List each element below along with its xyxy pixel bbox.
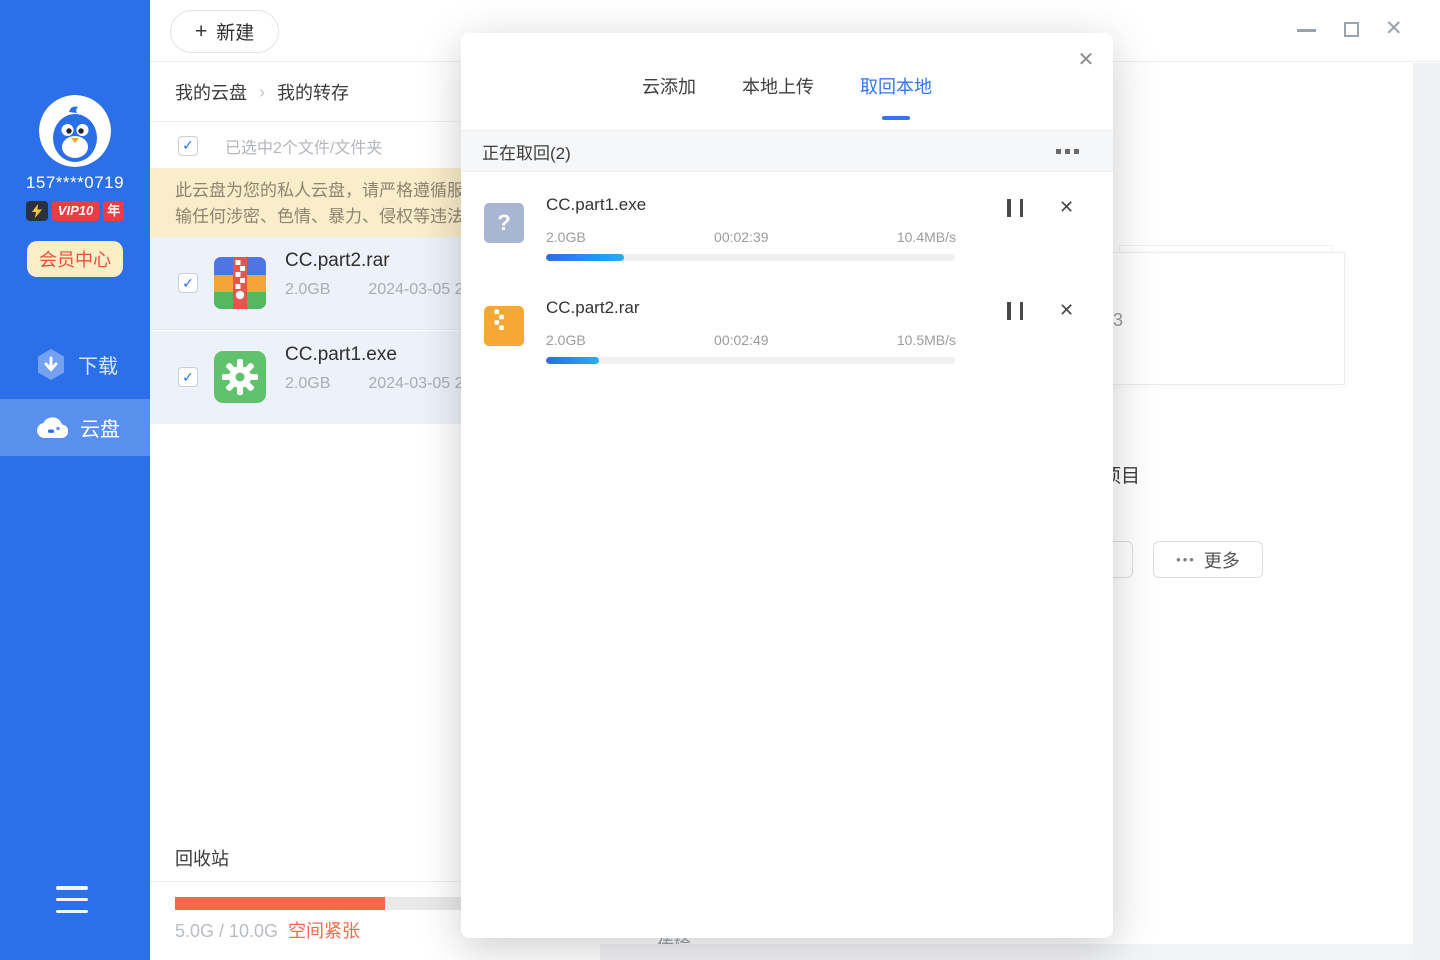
transfer-meta: 2.0GB 00:02:39 10.4MB/s	[546, 229, 956, 245]
right-margin-strip	[1413, 63, 1440, 960]
minimize-button[interactable]	[1297, 29, 1316, 32]
transfer-progress-fill	[546, 254, 624, 261]
cancel-transfer-icon[interactable]: ✕	[1059, 197, 1074, 218]
bottom-band	[600, 944, 1440, 960]
sidebar-item-label: 下载	[78, 350, 118, 379]
storage-quota-fill	[175, 897, 385, 910]
new-button-label: 新建	[216, 18, 254, 45]
transfer-elapsed: 00:02:49	[714, 332, 769, 348]
transfer-progress-bar	[546, 254, 955, 261]
file-name: CC.part2.rar	[285, 250, 390, 272]
sidebar-item-download[interactable]: 下载	[0, 336, 150, 393]
detail-card	[1110, 252, 1345, 385]
section-more-icon[interactable]	[1056, 149, 1079, 154]
avatar[interactable]	[39, 95, 111, 167]
file-date: 2024-03-05 2	[368, 375, 463, 392]
file-checkbox[interactable]: ✓	[178, 273, 198, 293]
transfer-name: CC.part2.rar	[546, 298, 640, 318]
transfer-progress-fill	[546, 357, 599, 364]
vip-badges[interactable]: VIP10 年	[0, 201, 150, 221]
storage-used: 5.0G / 10.0G	[175, 921, 278, 941]
penguin-avatar-icon	[39, 95, 111, 167]
window-close-button[interactable]: ✕	[1385, 18, 1403, 39]
more-button[interactable]: ••• 更多	[1153, 541, 1263, 578]
app-window: 157****0719 VIP10 年 会员中心 下载 云盘	[0, 0, 1440, 960]
file-checkbox[interactable]: ✓	[178, 367, 198, 387]
breadcrumb-my-saves[interactable]: 我的转存	[277, 79, 349, 105]
more-dots-icon: •••	[1176, 552, 1196, 567]
sidebar-item-label: 云盘	[80, 413, 120, 442]
hamburger-menu-icon[interactable]	[56, 886, 88, 913]
transfer-name: CC.part1.exe	[546, 195, 646, 215]
rar-archive-icon	[214, 257, 266, 309]
modal-close-icon[interactable]: ✕	[1073, 46, 1099, 72]
storage-warning: 空间紧张	[288, 921, 360, 941]
download-icon	[36, 348, 66, 381]
file-size: 2.0GB	[285, 281, 330, 298]
user-id: 157****0719	[0, 173, 150, 193]
retrieving-section-header: 正在取回(2)	[461, 130, 1113, 172]
selection-count-label: 已选中2个文件/文件夹	[225, 134, 382, 158]
detail-number-fragment: 3	[1113, 310, 1123, 331]
tab-cloud-add[interactable]: 云添加	[642, 73, 696, 103]
unknown-file-icon: ?	[484, 203, 524, 243]
tab-retrieve-local[interactable]: 取回本地	[860, 73, 932, 103]
section-title: 正在取回(2)	[482, 139, 571, 164]
tab-local-upload[interactable]: 本地上传	[742, 73, 814, 103]
sidebar: 157****0719 VIP10 年 会员中心 下载 云盘	[0, 0, 150, 960]
pause-icon[interactable]	[1007, 199, 1023, 217]
sidebar-item-cloud-drive[interactable]: 云盘	[0, 399, 150, 456]
chevron-right-icon: ›	[259, 82, 265, 103]
plus-icon: +	[195, 21, 207, 42]
new-button[interactable]: + 新建	[170, 10, 279, 53]
transfer-modal: ✕ 云添加 本地上传 取回本地 正在取回(2) ? CC.part1.exe ✕…	[461, 33, 1113, 938]
transfer-elapsed: 00:02:39	[714, 229, 769, 245]
vip-year-badge: 年	[103, 201, 124, 221]
transfer-speed: 10.5MB/s	[897, 332, 956, 348]
transfer-meta: 2.0GB 00:02:49 10.5MB/s	[546, 332, 956, 348]
transfer-speed: 10.4MB/s	[897, 229, 956, 245]
transfer-size: 2.0GB	[546, 332, 586, 348]
transfer-row: CC.part2.rar ✕ 2.0GB 00:02:49 10.5MB/s	[461, 275, 1113, 378]
recycle-bin-link[interactable]: 回收站	[175, 845, 229, 871]
lightning-icon	[26, 201, 48, 221]
file-date: 2024-03-05 2	[368, 281, 463, 298]
vip-level-badge: VIP10	[52, 201, 99, 221]
zip-archive-icon	[484, 306, 524, 346]
transfer-row: ? CC.part1.exe ✕ 2.0GB 00:02:39 10.4MB/s	[461, 172, 1113, 275]
file-name: CC.part1.exe	[285, 344, 397, 366]
maximize-button[interactable]	[1344, 22, 1359, 37]
exe-installer-icon	[214, 351, 266, 403]
select-all-checkbox[interactable]: ✓	[178, 136, 198, 156]
storage-usage-text: 5.0G / 10.0G 空间紧张	[175, 917, 360, 943]
more-button-label: 更多	[1204, 547, 1240, 573]
cancel-transfer-icon[interactable]: ✕	[1059, 300, 1074, 321]
modal-tabs: 云添加 本地上传 取回本地	[461, 73, 1113, 103]
transfer-progress-bar	[546, 357, 955, 364]
breadcrumb-my-cloud[interactable]: 我的云盘	[175, 79, 247, 105]
pause-icon[interactable]	[1007, 302, 1023, 320]
cloud-icon	[36, 416, 68, 439]
transfer-size: 2.0GB	[546, 229, 586, 245]
file-size: 2.0GB	[285, 375, 330, 392]
member-center-button[interactable]: 会员中心	[27, 241, 123, 277]
